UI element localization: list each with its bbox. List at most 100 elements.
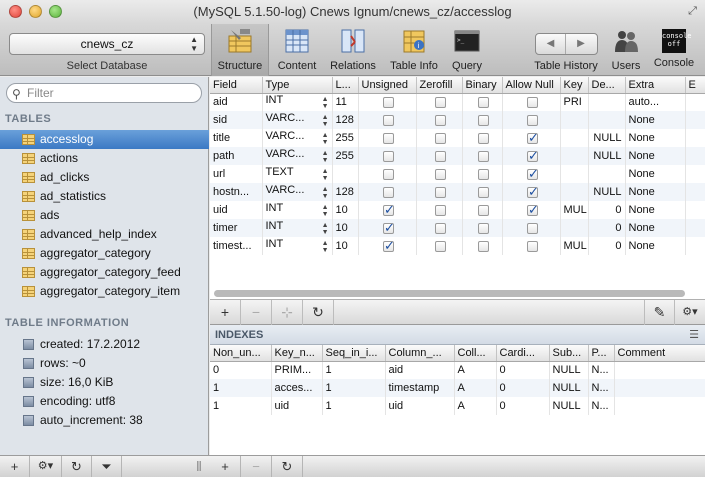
- field-name-cell[interactable]: uid: [213, 204, 228, 216]
- field-extra-cell[interactable]: None: [629, 114, 655, 126]
- field-default-cell[interactable]: 0: [615, 204, 621, 216]
- type-popup-arrows-icon[interactable]: ▲ ▼: [322, 96, 329, 110]
- index-column-header[interactable]: Seq_in_i...: [322, 345, 386, 362]
- structure-column-header[interactable]: Binary: [462, 77, 503, 94]
- index-column-header[interactable]: Sub...: [549, 345, 589, 362]
- binary-checkbox[interactable]: [478, 186, 489, 198]
- allow-null-checkbox[interactable]: [527, 240, 538, 252]
- unsigned-checkbox[interactable]: [383, 220, 395, 236]
- field-type-cell[interactable]: INT: [266, 238, 284, 250]
- table-item-aggregator_category_feed[interactable]: aggregator_category_feed: [0, 263, 209, 282]
- add-table-button[interactable]: +: [0, 456, 30, 477]
- zerofill-checkbox[interactable]: [435, 114, 446, 126]
- allow-null-checkbox[interactable]: [527, 96, 538, 108]
- field-length-cell[interactable]: 10: [336, 240, 348, 252]
- table-row[interactable]: timest... INT ▲▼ 10 MUL 0 None: [210, 237, 705, 255]
- zerofill-checkbox[interactable]: [435, 96, 446, 108]
- indexes-menu-icon[interactable]: ☰: [689, 325, 699, 345]
- field-length-cell[interactable]: 128: [336, 186, 354, 198]
- structure-column-header[interactable]: Allow Null: [502, 77, 561, 94]
- field-type-cell[interactable]: VARC...: [266, 184, 305, 196]
- field-type-cell[interactable]: INT: [266, 94, 284, 106]
- field-extra-cell[interactable]: None: [629, 168, 655, 180]
- minimize-window-button[interactable]: [29, 5, 42, 18]
- filter-tables-icon[interactable]: ⏷: [92, 456, 122, 477]
- field-default-cell[interactable]: 0: [615, 240, 621, 252]
- binary-checkbox[interactable]: [478, 96, 489, 108]
- remove-field-button[interactable]: −: [241, 300, 272, 325]
- table-row[interactable]: hostn... VARC... ▲▼ 128 NULL None: [210, 183, 705, 201]
- zerofill-checkbox[interactable]: [435, 150, 446, 162]
- field-key-cell[interactable]: PRI: [564, 96, 582, 108]
- sidebar-resize-handle[interactable]: ⦀: [190, 456, 208, 477]
- structure-column-header[interactable]: Type: [262, 77, 333, 94]
- unsigned-checkbox[interactable]: [383, 114, 394, 126]
- table-item-accesslog[interactable]: accesslog: [0, 130, 209, 149]
- index-column-header[interactable]: Coll...: [454, 345, 497, 362]
- binary-checkbox[interactable]: [478, 132, 489, 144]
- structure-column-header[interactable]: E: [685, 77, 705, 94]
- structure-column-header[interactable]: Unsigned: [358, 77, 417, 94]
- remove-index-button[interactable]: −: [241, 456, 272, 477]
- field-key-cell[interactable]: MUL: [564, 204, 587, 216]
- table-info-button[interactable]: i Table Info: [385, 28, 443, 72]
- field-name-cell[interactable]: sid: [213, 114, 227, 126]
- field-length-cell[interactable]: 10: [336, 222, 348, 234]
- zoom-window-button[interactable]: [49, 5, 62, 18]
- index-column-header[interactable]: Comment: [614, 345, 705, 362]
- field-name-cell[interactable]: url: [213, 168, 225, 180]
- zerofill-checkbox[interactable]: [435, 186, 446, 198]
- table-actions-gear-icon[interactable]: ⚙▾: [30, 456, 62, 477]
- field-type-cell[interactable]: VARC...: [266, 112, 305, 124]
- binary-checkbox[interactable]: [478, 204, 489, 216]
- table-row[interactable]: path VARC... ▲▼ 255 NULL None: [210, 147, 705, 165]
- allow-null-checkbox[interactable]: [527, 148, 539, 164]
- field-name-cell[interactable]: title: [213, 132, 230, 144]
- field-length-cell[interactable]: 255: [336, 150, 354, 162]
- field-extra-cell[interactable]: None: [629, 240, 655, 252]
- query-button[interactable]: >_ Query: [447, 28, 487, 72]
- duplicate-field-button[interactable]: ⊹: [272, 300, 303, 325]
- zerofill-checkbox[interactable]: [435, 204, 446, 216]
- binary-checkbox[interactable]: [478, 240, 489, 252]
- table-row[interactable]: 0 PRIM... 1 aid A 0 NULL N...: [210, 361, 705, 379]
- structure-column-header[interactable]: L...: [332, 77, 359, 94]
- add-index-button[interactable]: +: [210, 456, 241, 477]
- table-item-ad_clicks[interactable]: ad_clicks: [0, 168, 209, 187]
- edit-table-pencil-icon[interactable]: ✎: [644, 300, 675, 325]
- unsigned-checkbox[interactable]: [383, 186, 394, 198]
- add-field-button[interactable]: +: [210, 300, 241, 325]
- allow-null-checkbox[interactable]: [527, 166, 539, 182]
- type-popup-arrows-icon[interactable]: ▲ ▼: [322, 240, 329, 254]
- field-key-cell[interactable]: MUL: [564, 240, 587, 252]
- history-back-icon[interactable]: ◀: [536, 34, 566, 54]
- unsigned-checkbox[interactable]: [383, 96, 394, 108]
- field-length-cell[interactable]: 128: [336, 114, 354, 126]
- field-type-cell[interactable]: INT: [266, 202, 284, 214]
- unsigned-checkbox[interactable]: [383, 132, 394, 144]
- filter-input[interactable]: ⚲ Filter: [6, 83, 202, 103]
- table-row[interactable]: uid INT ▲▼ 10 MUL 0 None: [210, 201, 705, 219]
- structure-column-header[interactable]: Zerofill: [416, 77, 463, 94]
- table-row[interactable]: url TEXT ▲▼ None: [210, 165, 705, 183]
- allow-null-checkbox[interactable]: [527, 114, 538, 126]
- allow-null-checkbox[interactable]: [527, 202, 539, 218]
- field-default-cell[interactable]: 0: [615, 222, 621, 234]
- index-column-header[interactable]: Key_n...: [271, 345, 323, 362]
- table-item-aggregator_category[interactable]: aggregator_category: [0, 244, 209, 263]
- database-select[interactable]: cnews_cz ▲ ▼: [9, 33, 205, 55]
- structure-horizontal-scrollbar[interactable]: [214, 290, 685, 297]
- relations-button[interactable]: Relations: [326, 28, 380, 72]
- refresh-indexes-icon[interactable]: ↻: [272, 456, 303, 477]
- structure-button[interactable]: Structure: [213, 28, 267, 72]
- unsigned-checkbox[interactable]: [383, 202, 395, 218]
- type-popup-arrows-icon[interactable]: ▲ ▼: [322, 186, 329, 200]
- field-name-cell[interactable]: hostn...: [213, 186, 249, 198]
- table-item-ads[interactable]: ads: [0, 206, 209, 225]
- table-row[interactable]: 1 acces... 1 timestamp A 0 NULL N...: [210, 379, 705, 397]
- field-name-cell[interactable]: timest...: [213, 240, 252, 252]
- field-extra-cell[interactable]: None: [629, 132, 655, 144]
- unsigned-checkbox[interactable]: [383, 168, 394, 180]
- table-row[interactable]: timer INT ▲▼ 10 0 None: [210, 219, 705, 237]
- field-length-cell[interactable]: 10: [336, 204, 348, 216]
